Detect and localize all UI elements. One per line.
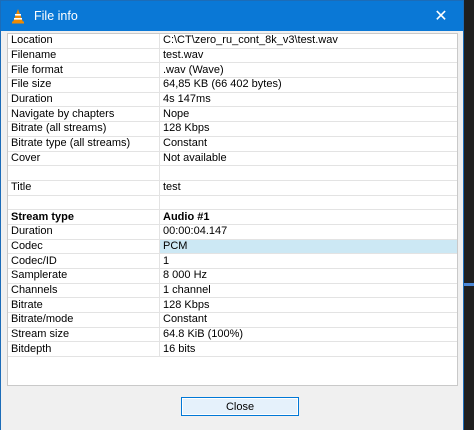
table-row[interactable]: File size 64,85 KB (66 402 bytes) bbox=[8, 77, 457, 93]
close-button[interactable]: Close bbox=[181, 397, 299, 416]
table-row[interactable]: Filename test.wav bbox=[8, 48, 457, 64]
row-value bbox=[159, 195, 457, 211]
row-value: 4s 147ms bbox=[159, 92, 457, 108]
table-row[interactable]: Codec/ID 1 bbox=[8, 253, 457, 269]
row-label: Stream size bbox=[8, 327, 160, 343]
table-row[interactable]: Navigate by chapters Nope bbox=[8, 106, 457, 123]
table-row[interactable]: Bitdepth 16 bits bbox=[8, 341, 457, 358]
file-info-dialog: File info ✕ Location C:\CT\zero_ru_cont_8… bbox=[0, 0, 464, 430]
table-row[interactable]: Codec PCM bbox=[8, 239, 457, 255]
row-value: 128 Kbps bbox=[159, 297, 457, 314]
table-row[interactable]: Title test bbox=[8, 180, 457, 196]
row-label bbox=[8, 195, 160, 211]
row-value: 16 bits bbox=[159, 341, 457, 358]
table-row[interactable]: Bitrate (all streams) 128 Kbps bbox=[8, 121, 457, 137]
row-value: test.wav bbox=[159, 48, 457, 64]
table-row[interactable]: File format .wav (Wave) bbox=[8, 62, 457, 79]
table-row[interactable]: Duration 00:00:04.147 bbox=[8, 224, 457, 240]
row-label: Duration bbox=[8, 92, 160, 108]
row-label: Codec/ID bbox=[8, 253, 160, 269]
table-row[interactable] bbox=[8, 195, 457, 211]
row-label: Location bbox=[8, 34, 160, 49]
row-label: Title bbox=[8, 180, 160, 196]
row-value: PCM bbox=[159, 239, 457, 255]
row-value: test bbox=[159, 180, 457, 196]
row-value: 1 bbox=[159, 253, 457, 269]
table-row[interactable]: Stream size 64.8 KiB (100%) bbox=[8, 327, 457, 343]
row-label: Bitrate/mode bbox=[8, 312, 160, 328]
background-area bbox=[464, 0, 474, 430]
row-value: 1 channel bbox=[159, 283, 457, 299]
row-value: Audio #1 bbox=[159, 209, 457, 225]
row-value: 8 000 Hz bbox=[159, 268, 457, 284]
table-row[interactable]: Channels 1 channel bbox=[8, 283, 457, 299]
table-row[interactable]: Duration 4s 147ms bbox=[8, 92, 457, 108]
row-value: Constant bbox=[159, 136, 457, 152]
row-label: Bitdepth bbox=[8, 341, 160, 358]
table-row[interactable]: Bitrate type (all streams) Constant bbox=[8, 136, 457, 152]
close-icon[interactable]: ✕ bbox=[419, 1, 463, 31]
dialog-footer: Close bbox=[1, 389, 463, 430]
table-row[interactable]: Location C:\CT\zero_ru_cont_8k_v3\test.wa… bbox=[8, 34, 457, 49]
vlc-cone-icon bbox=[10, 8, 26, 24]
table-row[interactable] bbox=[8, 165, 457, 181]
row-value: 00:00:04.147 bbox=[159, 224, 457, 240]
row-value: 128 Kbps bbox=[159, 121, 457, 137]
table-row[interactable]: Bitrate 128 Kbps bbox=[8, 297, 457, 314]
row-label: Navigate by chapters bbox=[8, 106, 160, 123]
row-label bbox=[8, 165, 160, 181]
row-label: Channels bbox=[8, 283, 160, 299]
info-table: Location C:\CT\zero_ru_cont_8k_v3\test.wa… bbox=[8, 34, 457, 358]
row-value: .wav (Wave) bbox=[159, 62, 457, 79]
title-bar[interactable]: File info ✕ bbox=[1, 1, 463, 31]
row-label: Bitrate type (all streams) bbox=[8, 136, 160, 152]
table-row[interactable]: Samplerate 8 000 Hz bbox=[8, 268, 457, 284]
row-value: Not available bbox=[159, 151, 457, 167]
table-row[interactable]: Bitrate/mode Constant bbox=[8, 312, 457, 328]
row-value: C:\CT\zero_ru_cont_8k_v3\test.wav bbox=[159, 34, 457, 49]
row-label: Cover bbox=[8, 151, 160, 167]
row-value: 64.8 KiB (100%) bbox=[159, 327, 457, 343]
row-label: Stream type bbox=[8, 209, 160, 225]
table-row[interactable]: Cover Not available bbox=[8, 151, 457, 167]
row-label: Bitrate bbox=[8, 297, 160, 314]
row-label: File format bbox=[8, 62, 160, 79]
row-value: Constant bbox=[159, 312, 457, 328]
row-label: Samplerate bbox=[8, 268, 160, 284]
row-label: Duration bbox=[8, 224, 160, 240]
row-value bbox=[159, 165, 457, 181]
row-value: 64,85 KB (66 402 bytes) bbox=[159, 77, 457, 93]
row-value: Nope bbox=[159, 106, 457, 123]
background-accent bbox=[464, 283, 474, 286]
row-label: File size bbox=[8, 77, 160, 93]
row-label: Bitrate (all streams) bbox=[8, 121, 160, 137]
row-label: Filename bbox=[8, 48, 160, 64]
info-panel[interactable]: Location C:\CT\zero_ru_cont_8k_v3\test.wa… bbox=[7, 33, 458, 386]
window-title: File info bbox=[34, 9, 78, 23]
row-label: Codec bbox=[8, 239, 160, 255]
table-row[interactable]: Stream type Audio #1 bbox=[8, 209, 457, 225]
